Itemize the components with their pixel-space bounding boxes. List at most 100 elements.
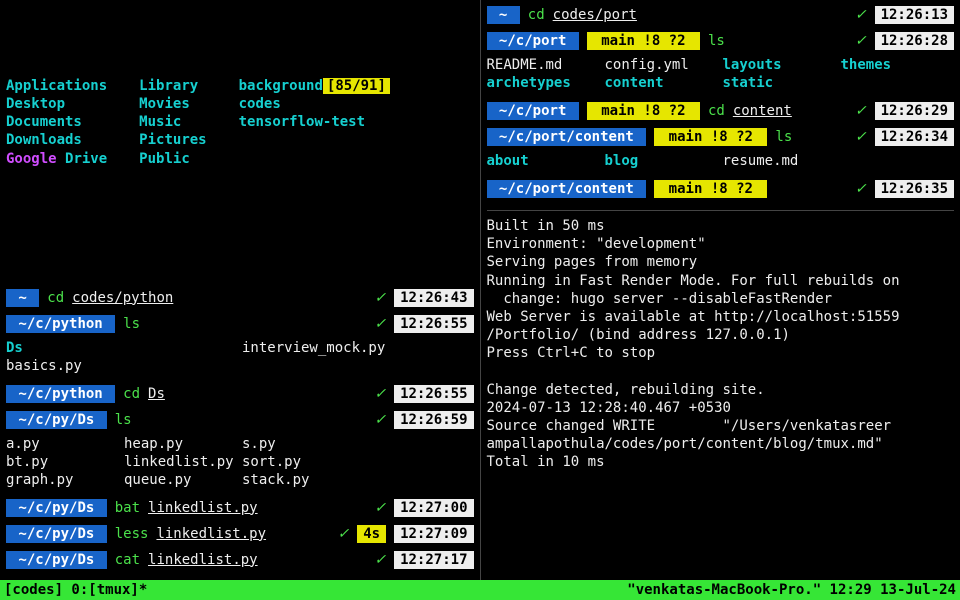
search-count-badge: [85/91] — [323, 78, 390, 94]
prompt-line[interactable]: ~/c/py/Ds cat linkedlist.py ✓ 12:27:17 — [6, 549, 474, 571]
cmd-arg: codes/port — [553, 6, 637, 24]
cmd-arg: linkedlist.py — [148, 551, 258, 569]
log-line: Change detected, rebuilding site. — [487, 381, 955, 399]
prompt-line[interactable]: ~/c/python cd Ds✓ 12:26:55 — [6, 383, 474, 405]
prompt-path: ~ — [487, 6, 520, 24]
prompt-path: ~/c/python — [6, 315, 115, 333]
file-entry: stack.py — [242, 471, 352, 489]
ls-row: graph.py queue.py stack.py — [6, 471, 474, 489]
success-icon: ✓ — [374, 551, 386, 569]
prompt-line[interactable]: ~/c/port/content main !8 ?2 ls✓ 12:26:34 — [487, 126, 955, 148]
file-entry: config.yml — [605, 56, 715, 74]
dir: Movies — [139, 95, 206, 113]
log-line: ampallapothula/codes/port/content/blog/t… — [487, 435, 955, 453]
cmd: ls — [708, 32, 725, 50]
timestamp: 12:27:17 — [394, 551, 473, 569]
log-line: Environment: "development" — [487, 235, 955, 253]
prompt-path: ~/c/py/Ds — [6, 411, 107, 429]
success-icon: ✓ — [855, 128, 867, 146]
dir: Music — [139, 113, 206, 131]
log-line: Press Ctrl+C to stop — [487, 344, 955, 362]
pane-left[interactable]: Applications Desktop Documents Downloads… — [0, 0, 481, 580]
cmd: cd — [123, 385, 140, 403]
success-icon: ✓ — [374, 289, 386, 307]
dir-entry: archetypes — [487, 74, 597, 92]
cmd-arg: linkedlist.py — [148, 499, 258, 517]
ls-row: basics.py — [6, 357, 474, 375]
log-line: Serving pages from memory — [487, 253, 955, 271]
dir-entry: content — [605, 74, 715, 92]
duration-badge: 4s — [357, 525, 386, 543]
pane-right-top[interactable]: ~ cd codes/port ✓ 12:26:13 ~/c/port main … — [487, 4, 955, 211]
success-icon: ✓ — [855, 6, 867, 24]
dir: Public — [139, 150, 206, 168]
ls-row: Ds interview_mock.py — [6, 339, 474, 357]
prompt-line[interactable]: ~ cd codes/python✓ 12:26:43 — [6, 287, 474, 309]
cmd-arg: codes/python — [72, 289, 173, 307]
cmd: cd — [528, 6, 545, 24]
tmux-window: Applications Desktop Documents Downloads… — [0, 0, 960, 580]
prompt-line[interactable]: ~/c/py/Ds less linkedlist.py✓ 4s 12:27:0… — [6, 523, 474, 545]
dir-entry: blog — [605, 152, 715, 170]
cmd: ls — [775, 128, 792, 146]
success-icon: ✓ — [855, 32, 867, 50]
prompt-line[interactable]: ~/c/port/content main !8 ?2 ✓ 12:26:35 — [487, 178, 955, 200]
success-icon: ✓ — [337, 525, 349, 543]
success-icon: ✓ — [374, 315, 386, 333]
file-entry: resume.md — [723, 152, 833, 170]
prompt-line[interactable]: ~/c/port main !8 ?2 ls✓ 12:26:28 — [487, 30, 955, 52]
prompt-line[interactable]: ~/c/python ls ✓ 12:26:55 — [6, 313, 474, 335]
prompt-path: ~/c/port/content — [487, 180, 647, 198]
timestamp: 12:26:29 — [875, 102, 954, 120]
cmd-arg: linkedlist.py — [156, 525, 266, 543]
prompt-line[interactable]: ~/c/py/Ds bat linkedlist.py✓ 12:27:00 — [6, 497, 474, 519]
prompt-line[interactable]: ~/c/py/Ds ls ✓ 12:26:59 — [6, 409, 474, 431]
git-status: main !8 ?2 — [587, 102, 700, 120]
file-entry: graph.py — [6, 471, 116, 489]
dir: Desktop — [6, 95, 107, 113]
success-icon: ✓ — [855, 180, 867, 198]
success-icon: ✓ — [374, 385, 386, 403]
prompt-path: ~/c/py/Ds — [6, 525, 107, 543]
dir: Applications — [6, 77, 107, 95]
file-entry: heap.py — [124, 435, 234, 453]
cmd: cd — [708, 102, 725, 120]
file-entry: README.md — [487, 56, 597, 74]
timestamp: 12:26:55 — [394, 315, 473, 333]
cmd-arg: Ds — [148, 385, 165, 403]
pane-right-bottom[interactable]: Built in 50 msEnvironment: "development"… — [487, 211, 955, 576]
cmd: cat — [115, 551, 140, 569]
timestamp: 12:26:59 — [394, 411, 473, 429]
ls-row: about blog resume.md — [487, 152, 955, 170]
prompt-path: ~/c/py/Ds — [6, 551, 107, 569]
file-entry: queue.py — [124, 471, 234, 489]
dir-entry: Ds — [6, 339, 116, 357]
timestamp: 12:26:35 — [875, 180, 954, 198]
prompt-path: ~/c/port — [487, 32, 579, 50]
file-entry: interview_mock.py — [242, 339, 385, 357]
success-icon: ✓ — [374, 411, 386, 429]
timestamp: 12:26:13 — [875, 6, 954, 24]
ls-row: a.py heap.py s.py — [6, 435, 474, 453]
pane-right[interactable]: ~ cd codes/port ✓ 12:26:13 ~/c/port main … — [481, 0, 960, 580]
log-line: Running in Fast Render Mode. For full re… — [487, 272, 955, 290]
cmd: ls — [123, 315, 140, 333]
cmd: ls — [115, 411, 132, 429]
ls-row: README.mdconfig.ymllayoutsthemes — [487, 56, 955, 74]
tmux-status-bar: [codes] 0:[tmux]* "venkatas-MacBook-Pro.… — [0, 580, 960, 600]
dir-entry: static — [723, 74, 833, 92]
file-entry: s.py — [242, 435, 352, 453]
git-status: main !8 ?2 — [654, 128, 767, 146]
success-icon: ✓ — [374, 499, 386, 517]
dir: Pictures — [139, 131, 206, 149]
prompt-line[interactable]: ~/c/port main !8 ?2 cd content✓ 12:26:29 — [487, 100, 955, 122]
file-entry: bt.py — [6, 453, 116, 471]
prompt-line[interactable]: ~ cd codes/port ✓ 12:26:13 — [487, 4, 955, 26]
log-line: /Portfolio/ (bind address 127.0.0.1) — [487, 326, 955, 344]
timestamp: 12:26:55 — [394, 385, 473, 403]
file-entry: a.py — [6, 435, 116, 453]
file-row: background[85/91] — [239, 77, 390, 95]
timestamp: 12:27:00 — [394, 499, 473, 517]
dir: Library — [139, 77, 206, 95]
dir-entry: about — [487, 152, 597, 170]
